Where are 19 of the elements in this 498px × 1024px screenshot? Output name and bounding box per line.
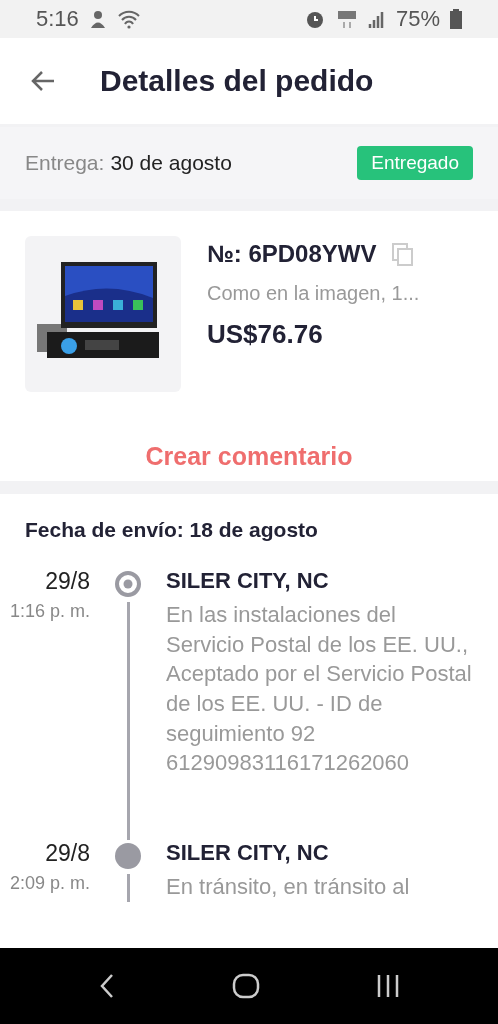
event-description: En las instalaciones del Servicio Postal de los EE. UU., Aceptado por el Servicio Postal de los EE. UU. - ID de seguimiento 92 61290983116171262060: [166, 601, 473, 778]
event-date: 29/8: [45, 568, 90, 595]
event-location: SILER CITY, NC: [166, 840, 330, 866]
delivery-label: Entrega:: [25, 151, 105, 175]
event-location: SILER CITY, NC: [166, 568, 330, 594]
product-price: US$76.76: [207, 319, 324, 350]
delivery-date: 30 de agosto: [110, 151, 232, 175]
event-description: En tránsito, en tránsito al: [166, 873, 411, 901]
battery-percent: 75%: [395, 6, 440, 32]
shipping-date: Fecha de envío: 18 de agosto: [24, 518, 319, 542]
status-badge: Entregado: [357, 146, 473, 180]
create-review-link[interactable]: Crear comentario: [25, 442, 473, 471]
event-date: 29/8: [45, 840, 90, 867]
product-variant: Como en la imagen, 1...: [207, 282, 420, 305]
order-number: №: 6PD08YWV: [207, 240, 377, 268]
event-time: 1:16 p. m.: [9, 601, 90, 622]
page-title: Detalles del pedido: [100, 64, 374, 98]
clock-time: 5:16: [36, 6, 79, 32]
event-time: 2:09 p. m.: [9, 873, 90, 894]
